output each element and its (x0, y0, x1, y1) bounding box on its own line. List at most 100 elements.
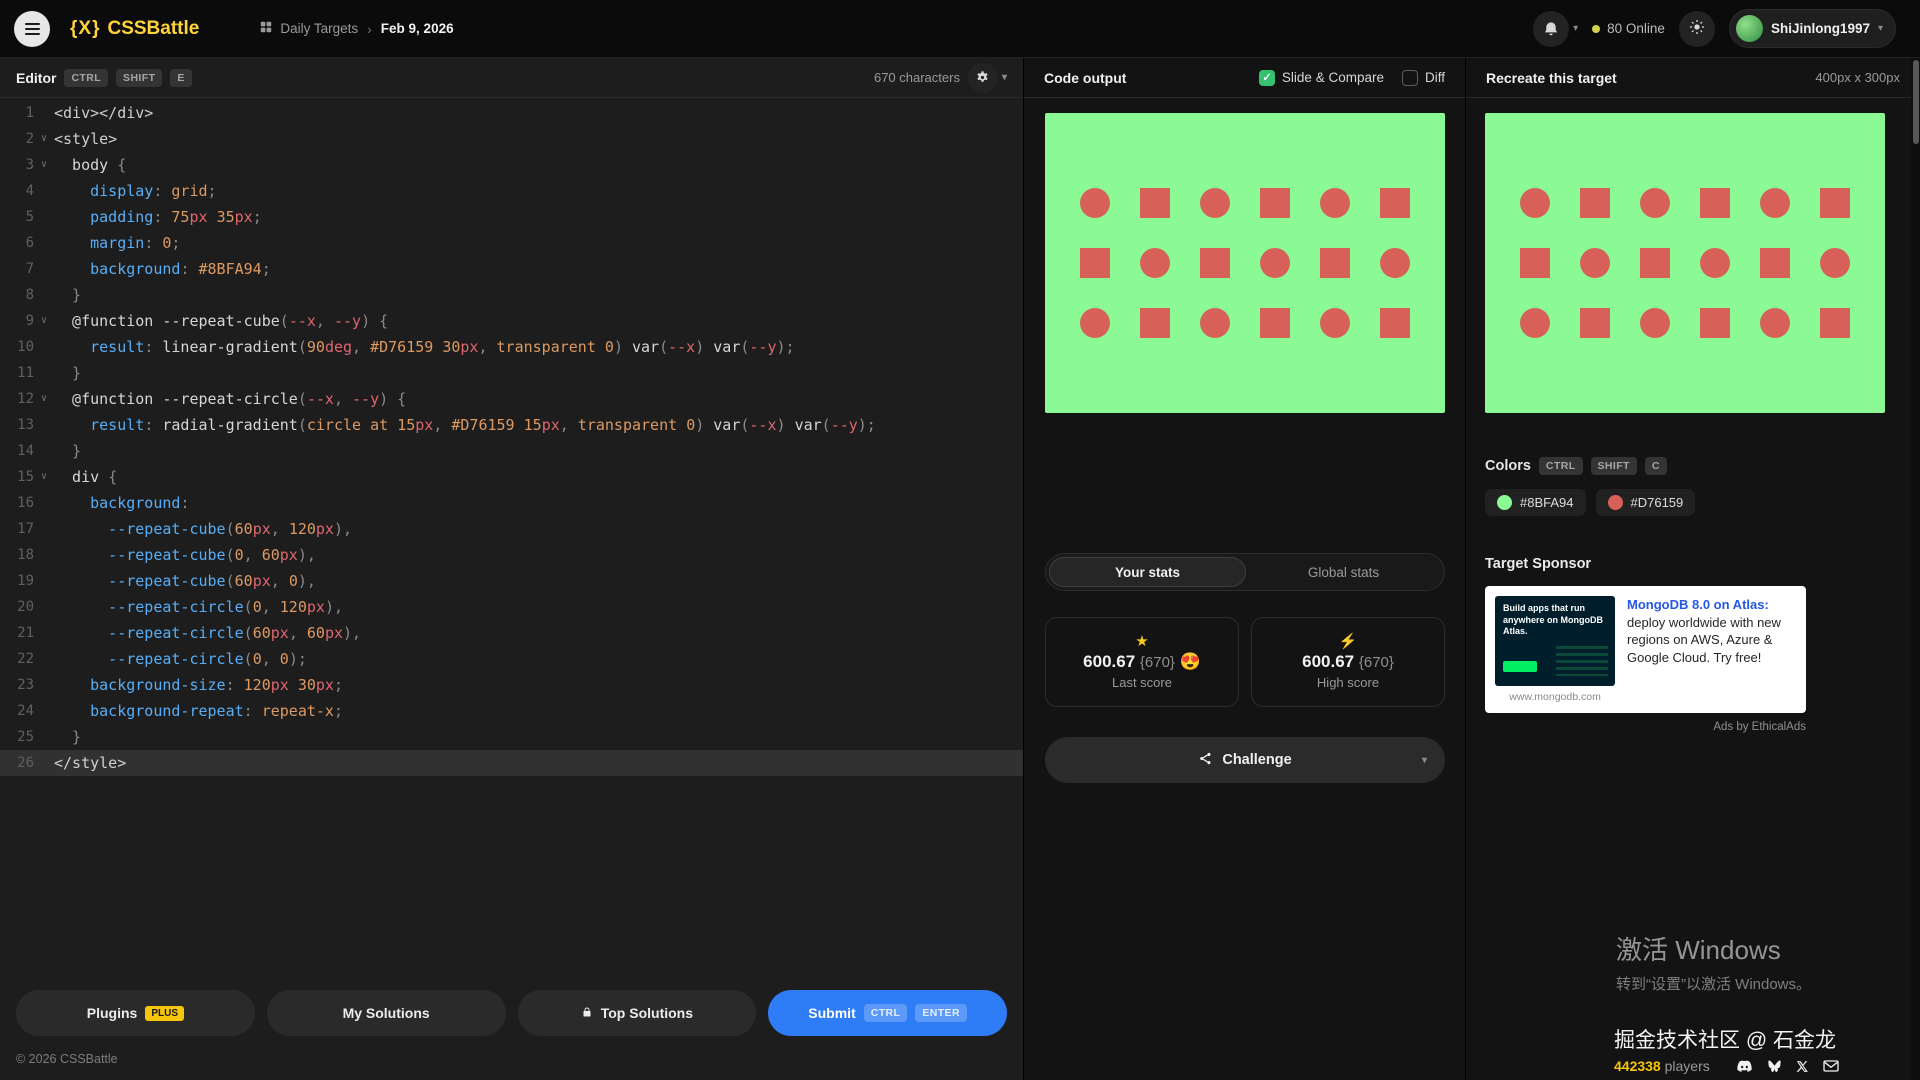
players-label: players (1665, 1058, 1710, 1074)
players-count: 442338 (1614, 1058, 1661, 1074)
fold-gutter (34, 438, 54, 464)
code-line[interactable]: 9∨ @function --repeat-cube(--x, --y) { (0, 308, 1023, 334)
cssbattle-logo[interactable]: {X} CSSBattle (70, 18, 199, 40)
code-line[interactable]: 17 --repeat-cube(60px, 120px), (0, 516, 1023, 542)
tab-global-stats[interactable]: Global stats (1246, 557, 1441, 587)
circle-shape (1520, 188, 1550, 218)
circle-shape (1520, 308, 1550, 338)
hamburger-menu-button[interactable] (14, 11, 50, 47)
square-shape (1580, 188, 1610, 218)
code-line[interactable]: 10 result: linear-gradient(90deg, #D7615… (0, 334, 1023, 360)
color-chip-green[interactable]: #8BFA94 (1485, 489, 1586, 516)
slide-compare-checkbox[interactable]: ✓ Slide & Compare (1259, 70, 1384, 86)
submit-button[interactable]: Submit CTRL ENTER (768, 990, 1007, 1036)
breadcrumb-daily-targets[interactable]: Daily Targets (259, 20, 358, 37)
x-icon[interactable] (1796, 1060, 1809, 1073)
fold-chevron-icon[interactable]: ∨ (34, 386, 54, 412)
line-number: 5 (0, 204, 34, 230)
code-line[interactable]: 7 background: #8BFA94; (0, 256, 1023, 282)
target-canvas[interactable] (1485, 113, 1885, 413)
copyright: © 2026 CSSBattle (0, 1044, 1023, 1080)
square-shape (1140, 188, 1170, 218)
editor-settings-button[interactable]: ▾ (968, 63, 1007, 93)
code-line[interactable]: 16 background: (0, 490, 1023, 516)
sun-icon (1689, 19, 1705, 38)
theme-toggle-button[interactable] (1679, 11, 1715, 47)
ad-headline[interactable]: MongoDB 8.0 on Atlas: (1627, 597, 1769, 612)
code-line[interactable]: 8 } (0, 282, 1023, 308)
code-line[interactable]: 4 display: grid; (0, 178, 1023, 204)
sponsor-heading: Target Sponsor (1485, 556, 1920, 572)
square-shape (1080, 248, 1110, 278)
code-line[interactable]: 19 --repeat-cube(60px, 0), (0, 568, 1023, 594)
circle-shape (1640, 188, 1670, 218)
gear-icon (968, 63, 998, 93)
line-number: 19 (0, 568, 34, 594)
code-output-canvas[interactable] (1045, 113, 1445, 413)
ads-by-label[interactable]: Ads by EthicalAds (1485, 721, 1806, 733)
notifications-button[interactable]: ▾ (1533, 11, 1578, 47)
code-line[interactable]: 12∨ @function --repeat-circle(--x, --y) … (0, 386, 1023, 412)
circle-shape (1320, 308, 1350, 338)
fold-chevron-icon[interactable]: ∨ (34, 126, 54, 152)
challenge-label: Challenge (1222, 752, 1291, 768)
code-line[interactable]: 3∨ body { (0, 152, 1023, 178)
online-status: 80 Online (1592, 21, 1665, 36)
code-line[interactable]: 20 --repeat-circle(0, 120px), (0, 594, 1023, 620)
diff-checkbox[interactable]: Diff (1402, 70, 1445, 86)
fold-gutter (34, 490, 54, 516)
code-line[interactable]: 15∨ div { (0, 464, 1023, 490)
plugins-button[interactable]: Plugins PLUS (16, 990, 255, 1036)
code-line[interactable]: 18 --repeat-cube(0, 60px), (0, 542, 1023, 568)
colors-title: Colors (1485, 458, 1531, 474)
fold-chevron-icon[interactable]: ∨ (34, 308, 54, 334)
code-line[interactable]: 11 } (0, 360, 1023, 386)
fold-chevron-icon[interactable]: ∨ (34, 152, 54, 178)
kbd-ctrl: CTRL (864, 1004, 908, 1022)
chevron-down-icon: ▾ (1878, 23, 1883, 34)
challenge-button[interactable]: Challenge ▾ (1045, 737, 1445, 783)
square-shape (1820, 308, 1850, 338)
code-editor[interactable]: 1<div></div>2∨<style>3∨ body {4 display:… (0, 98, 1023, 978)
top-solutions-button[interactable]: Top Solutions (518, 990, 757, 1036)
code-text: --repeat-circle(0, 120px), (54, 594, 343, 620)
line-number: 14 (0, 438, 34, 464)
code-line[interactable]: 14 } (0, 438, 1023, 464)
code-line[interactable]: 24 background-repeat: repeat-x; (0, 698, 1023, 724)
output-header: Code output ✓ Slide & Compare Diff (1024, 58, 1465, 98)
color-chip-red[interactable]: #D76159 (1596, 489, 1696, 516)
line-number: 24 (0, 698, 34, 724)
my-solutions-button[interactable]: My Solutions (267, 990, 506, 1036)
circle-shape (1580, 248, 1610, 278)
fold-gutter (34, 360, 54, 386)
code-text: @function --repeat-cube(--x, --y) { (54, 308, 388, 334)
line-number: 16 (0, 490, 34, 516)
code-line[interactable]: 6 margin: 0; (0, 230, 1023, 256)
circle-shape (1140, 248, 1170, 278)
code-line[interactable]: 22 --repeat-circle(0, 0); (0, 646, 1023, 672)
code-line[interactable]: 25 } (0, 724, 1023, 750)
code-line[interactable]: 2∨<style> (0, 126, 1023, 152)
sponsor-ad[interactable]: Build apps that run anywhere on MongoDB … (1485, 586, 1806, 713)
fold-chevron-icon[interactable]: ∨ (34, 464, 54, 490)
code-line[interactable]: 26</style> (0, 750, 1023, 776)
code-line[interactable]: 13 result: radial-gradient(circle at 15p… (0, 412, 1023, 438)
user-menu[interactable]: ShiJinlong1997 ▾ (1729, 9, 1896, 48)
hamburger-icon (25, 23, 40, 35)
editor-title: Editor (16, 70, 56, 86)
tab-your-stats[interactable]: Your stats (1049, 557, 1246, 587)
stat-cards: ★ 600.67 {670} 😍 Last score ⚡ 600.67 {67… (1045, 617, 1445, 707)
discord-icon[interactable] (1736, 1060, 1753, 1073)
code-line[interactable]: 5 padding: 75px 35px; (0, 204, 1023, 230)
bluesky-icon[interactable] (1767, 1060, 1782, 1073)
line-number: 21 (0, 620, 34, 646)
code-text: body { (54, 152, 126, 178)
code-text: display: grid; (54, 178, 217, 204)
mail-icon[interactable] (1823, 1060, 1839, 1072)
code-line[interactable]: 21 --repeat-circle(60px, 60px), (0, 620, 1023, 646)
code-line[interactable]: 1<div></div> (0, 100, 1023, 126)
breadcrumb-section-label: Daily Targets (280, 21, 358, 36)
scrollbar-thumb[interactable] (1913, 60, 1919, 144)
code-text: background: #8BFA94; (54, 256, 271, 282)
code-line[interactable]: 23 background-size: 120px 30px; (0, 672, 1023, 698)
